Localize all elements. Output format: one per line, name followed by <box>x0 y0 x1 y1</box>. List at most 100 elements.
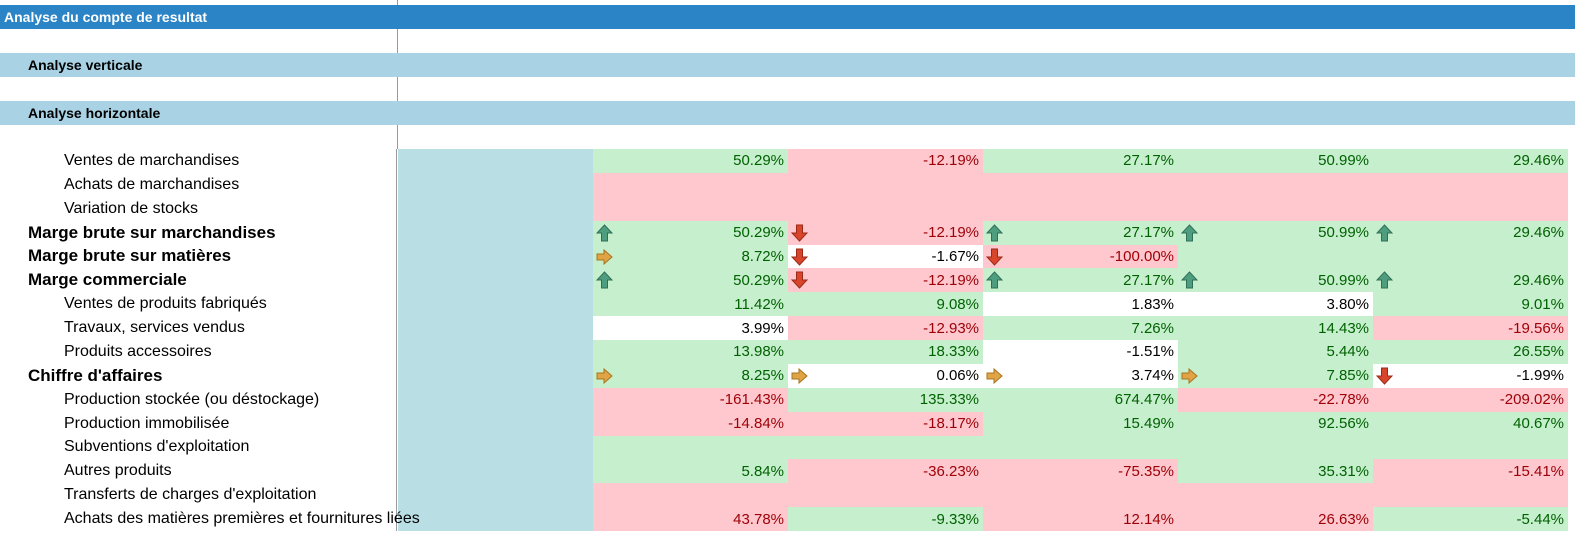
value-cell[interactable]: 92.56% <box>1178 411 1373 436</box>
value-cell[interactable]: -1.99% <box>1373 363 1568 388</box>
value-cell[interactable]: 40.67% <box>1373 411 1568 436</box>
section-label-horizontal: Analyse horizontale <box>28 105 161 121</box>
value-cell[interactable]: -12.93% <box>788 316 983 340</box>
value-cell[interactable] <box>1178 172 1373 197</box>
value-cell[interactable]: 26.63% <box>1178 507 1373 531</box>
value-cell[interactable]: -100.00% <box>983 244 1178 269</box>
value-cell[interactable]: -5.44% <box>1373 507 1568 531</box>
value-cell[interactable] <box>1373 172 1568 197</box>
empty-row[interactable] <box>0 125 1575 149</box>
cell-value: 26.63% <box>1318 510 1369 528</box>
section-header-vertical[interactable]: Analyse verticale <box>0 53 1575 77</box>
cell-value: 9.01% <box>1521 295 1564 313</box>
cell-value: 35.31% <box>1318 462 1369 480</box>
value-cell[interactable] <box>983 172 1178 197</box>
value-cell[interactable]: 135.33% <box>788 387 983 412</box>
cell-value: -22.78% <box>1313 391 1369 409</box>
value-cell[interactable]: -19.56% <box>1373 316 1568 340</box>
value-cell[interactable]: 5.84% <box>593 459 788 484</box>
empty-row[interactable] <box>0 29 1575 53</box>
value-cell[interactable]: 50.99% <box>1178 220 1373 245</box>
value-cell[interactable]: 50.29% <box>593 268 788 293</box>
value-cell[interactable]: 35.31% <box>1178 459 1373 484</box>
value-cell[interactable]: 50.29% <box>593 149 788 173</box>
value-cell[interactable] <box>1178 244 1373 269</box>
value-cell[interactable]: 27.17% <box>983 149 1178 173</box>
value-cell[interactable]: -14.84% <box>593 411 788 436</box>
value-cell[interactable]: 7.85% <box>1178 363 1373 388</box>
value-cell[interactable]: -15.41% <box>1373 459 1568 484</box>
value-cell[interactable]: 50.99% <box>1178 268 1373 293</box>
value-cell[interactable]: 11.42% <box>593 292 788 317</box>
value-cell[interactable] <box>1178 483 1373 508</box>
value-cell[interactable] <box>788 435 983 460</box>
value-cell[interactable] <box>788 196 983 221</box>
value-cell[interactable]: 50.29% <box>593 220 788 245</box>
value-cell[interactable] <box>1373 435 1568 460</box>
empty-row[interactable] <box>0 77 1575 101</box>
value-cell[interactable]: -22.78% <box>1178 387 1373 412</box>
value-cell[interactable] <box>593 172 788 197</box>
value-cell[interactable] <box>788 483 983 508</box>
value-cell[interactable]: 9.01% <box>1373 292 1568 317</box>
value-cell[interactable]: 5.44% <box>1178 340 1373 364</box>
value-cell[interactable]: 29.46% <box>1373 268 1568 293</box>
value-cell[interactable]: 9.08% <box>788 292 983 317</box>
value-cell[interactable]: 27.17% <box>983 268 1178 293</box>
value-cell[interactable] <box>593 483 788 508</box>
value-cell[interactable] <box>593 196 788 221</box>
value-cell[interactable] <box>1373 196 1568 221</box>
value-cell[interactable]: -12.19% <box>788 220 983 245</box>
value-cell[interactable]: 26.55% <box>1373 340 1568 364</box>
value-cell[interactable] <box>1373 483 1568 508</box>
value-cell[interactable]: 50.99% <box>1178 149 1373 173</box>
value-cell[interactable]: 3.99% <box>593 316 788 340</box>
value-cell[interactable]: 15.49% <box>983 411 1178 436</box>
value-cell[interactable]: -36.23% <box>788 459 983 484</box>
value-cell[interactable]: 43.78% <box>593 507 788 531</box>
value-cell[interactable]: -12.19% <box>788 149 983 173</box>
title-band[interactable]: Analyse du compte de resultat <box>0 5 1575 29</box>
value-cell[interactable]: -12.19% <box>788 268 983 293</box>
cell-value: 7.26% <box>1131 319 1174 337</box>
value-cell[interactable]: -75.35% <box>983 459 1178 484</box>
value-cell[interactable]: 8.25% <box>593 363 788 388</box>
value-cell[interactable]: 29.46% <box>1373 220 1568 245</box>
value-cell[interactable] <box>983 435 1178 460</box>
value-cell[interactable] <box>1178 435 1373 460</box>
table-row: 13.98% 18.33% -1.51% 5.44% 26.55% Produits ac… <box>0 340 1575 364</box>
value-cell[interactable]: 27.17% <box>983 220 1178 245</box>
column-separator <box>397 77 398 101</box>
value-cell[interactable]: 13.98% <box>593 340 788 364</box>
value-cell[interactable]: -1.51% <box>983 340 1178 364</box>
value-cell[interactable]: -161.43% <box>593 387 788 412</box>
value-cell[interactable]: -18.17% <box>788 411 983 436</box>
value-cell[interactable]: 1.83% <box>983 292 1178 317</box>
value-cell[interactable] <box>788 172 983 197</box>
value-cell[interactable]: 3.74% <box>983 363 1178 388</box>
cell-value: 27.17% <box>1123 152 1174 170</box>
cell-value: 50.99% <box>1318 224 1369 242</box>
value-cell[interactable]: 14.43% <box>1178 316 1373 340</box>
value-cell[interactable] <box>983 483 1178 508</box>
value-cell[interactable]: 0.06% <box>788 363 983 388</box>
value-cell[interactable] <box>593 435 788 460</box>
value-cell[interactable]: 8.72% <box>593 244 788 269</box>
value-cell[interactable]: 3.80% <box>1178 292 1373 317</box>
value-cell[interactable] <box>1178 196 1373 221</box>
value-cell[interactable]: 18.33% <box>788 340 983 364</box>
row-label: Achats des matières premières et fournit… <box>64 510 420 528</box>
data-table: 50.29% -12.19% 27.17% 50.99% 29.46% Ventes de… <box>0 149 1575 531</box>
section-header-horizontal[interactable]: Analyse horizontale <box>0 101 1575 125</box>
value-cell[interactable]: 674.47% <box>983 387 1178 412</box>
cell-value: -161.43% <box>719 391 784 409</box>
value-cell[interactable]: -9.33% <box>788 507 983 531</box>
cell-value: 50.29% <box>733 152 784 170</box>
value-cell[interactable]: 29.46% <box>1373 149 1568 173</box>
value-cell[interactable]: -209.02% <box>1373 387 1568 412</box>
value-cell[interactable]: 12.14% <box>983 507 1178 531</box>
value-cell[interactable]: -1.67% <box>788 244 983 269</box>
value-cell[interactable]: 7.26% <box>983 316 1178 340</box>
value-cell[interactable] <box>1373 244 1568 269</box>
value-cell[interactable] <box>983 196 1178 221</box>
